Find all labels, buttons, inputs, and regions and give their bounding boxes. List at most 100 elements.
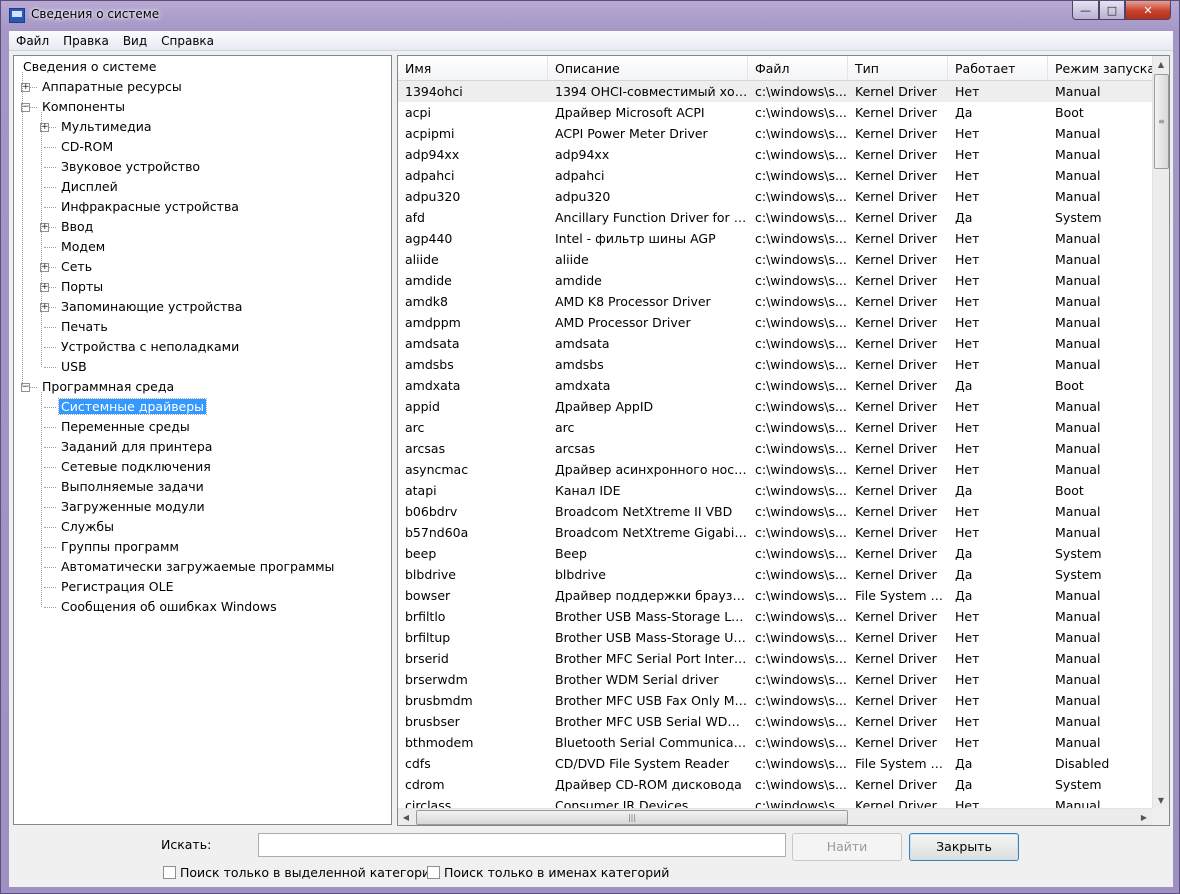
- search-category-names-option[interactable]: Поиск только в именах категорий: [427, 865, 669, 880]
- table-row[interactable]: bowser Драйвер поддержки браузера c:\windo…: [398, 585, 1153, 606]
- column-header[interactable]: Файл: [748, 56, 848, 80]
- details-list[interactable]: Имя Описание Файл Тип Работает Режим запуска …: [397, 55, 1170, 826]
- table-row[interactable]: amdk8 AMD K8 Processor Driver c:\windows\s…: [398, 291, 1153, 312]
- scroll-right-arrow-icon[interactable]: ▶: [1136, 809, 1152, 825]
- table-row[interactable]: amdppm AMD Processor Driver c:\windows\s..…: [398, 312, 1153, 333]
- tree-item[interactable]: Заданий для принтера: [59, 438, 214, 456]
- minimize-button[interactable]: —: [1072, 1, 1099, 20]
- find-button[interactable]: Найти: [792, 833, 902, 861]
- table-row[interactable]: appid Драйвер AppID c:\windows\s... Kernel …: [398, 396, 1153, 417]
- table-cell: Канал IDE: [555, 483, 621, 498]
- column-header[interactable]: Режим запуска: [1048, 56, 1153, 80]
- table-row[interactable]: amdsata amdsata c:\windows\s... Kernel Driv…: [398, 333, 1153, 354]
- tree-item[interactable]: Программная среда: [40, 378, 176, 396]
- table-row[interactable]: amdide amdide c:\windows\s... Kernel Driver…: [398, 270, 1153, 291]
- table-row[interactable]: brfiltup Brother USB Mass-Storage Upper F…: [398, 627, 1153, 648]
- tree-item[interactable]: Мультимедиа: [59, 118, 154, 136]
- table-row[interactable]: blbdrive blbdrive c:\windows\s... Kernel Dr…: [398, 564, 1153, 585]
- tree-item[interactable]: Системные драйверы: [57, 398, 208, 416]
- tree-connector: [44, 467, 56, 468]
- table-row[interactable]: brusbser Brother MFC USB Serial WDM Drive…: [398, 711, 1153, 732]
- menu-file[interactable]: Файл: [9, 34, 56, 48]
- category-tree[interactable]: Сведения о системе Аппаратные ресурсы + Ком…: [13, 55, 392, 825]
- column-header[interactable]: Работает: [948, 56, 1048, 80]
- tree-item[interactable]: Аппаратные ресурсы: [40, 78, 184, 96]
- horizontal-scrollbar[interactable]: ◀ ||| ▶: [398, 808, 1153, 825]
- tree-item[interactable]: Печать: [59, 318, 110, 336]
- table-row[interactable]: adpu320 adpu320 c:\windows\s... Kernel Driv…: [398, 186, 1153, 207]
- tree-item[interactable]: Сведения о системе: [21, 58, 159, 76]
- table-row[interactable]: acpi Драйвер Microsoft ACPI c:\windows\s..…: [398, 102, 1153, 123]
- close-button[interactable]: Закрыть: [909, 833, 1019, 861]
- table-row[interactable]: bthmodem Bluetooth Serial Communications …: [398, 732, 1153, 753]
- tree-item[interactable]: Звуковое устройство: [59, 158, 202, 176]
- table-row[interactable]: b57nd60a Broadcom NetXtreme Gigabit Ether…: [398, 522, 1153, 543]
- table-row[interactable]: 1394ohci 1394 OHCI-совместимый хост-контр…: [398, 81, 1153, 102]
- vertical-scrollbar[interactable]: ▲ ≡ ▼: [1152, 56, 1169, 809]
- table-row[interactable]: amdsbs amdsbs c:\windows\s... Kernel Driver…: [398, 354, 1153, 375]
- table-row[interactable]: b06bdrv Broadcom NetXtreme II VBD c:\windo…: [398, 501, 1153, 522]
- search-input[interactable]: [258, 833, 786, 857]
- tree-item[interactable]: Группы программ: [59, 538, 181, 556]
- table-row[interactable]: circlass Consumer IR Devices c:\windows\s.…: [398, 795, 1153, 809]
- menu-help[interactable]: Справка: [154, 34, 221, 48]
- tree-item[interactable]: Устройства с неполадками: [59, 338, 241, 356]
- tree-item[interactable]: Дисплей: [59, 178, 120, 196]
- table-row[interactable]: arcsas arcsas c:\windows\s... Kernel Driver…: [398, 438, 1153, 459]
- close-window-button[interactable]: ✕: [1125, 1, 1171, 20]
- table-row[interactable]: adpahci adpahci c:\windows\s... Kernel Driv…: [398, 165, 1153, 186]
- tree-item[interactable]: Инфракрасные устройства: [59, 198, 241, 216]
- table-row[interactable]: atapi Канал IDE c:\windows\s... Kernel Driv…: [398, 480, 1153, 501]
- table-row[interactable]: aliide aliide c:\windows\s... Kernel Driver…: [398, 249, 1153, 270]
- tree-item[interactable]: Сетевые подключения: [59, 458, 213, 476]
- checkbox-icon[interactable]: [163, 866, 176, 879]
- scroll-down-arrow-icon[interactable]: ▼: [1153, 792, 1169, 809]
- table-row[interactable]: acpipmi ACPI Power Meter Driver c:\windows…: [398, 123, 1153, 144]
- tree-item[interactable]: Сеть: [59, 258, 94, 276]
- scroll-up-arrow-icon[interactable]: ▲: [1153, 56, 1169, 73]
- scroll-left-arrow-icon[interactable]: ◀: [398, 809, 414, 825]
- table-row[interactable]: arc arc c:\windows\s... Kernel Driver Нет Man…: [398, 417, 1153, 438]
- table-row[interactable]: asyncmac Драйвер асинхронного носителя RA…: [398, 459, 1153, 480]
- menu-edit[interactable]: Правка: [56, 34, 116, 48]
- table-row[interactable]: afd Ancillary Function Driver for Winsock…: [398, 207, 1153, 228]
- table-row[interactable]: agp440 Intel - фильтр шины AGP c:\windows\…: [398, 228, 1153, 249]
- table-row[interactable]: cdrom Драйвер CD-ROM дисковода c:\windows\…: [398, 774, 1153, 795]
- tree-item[interactable]: Порты: [59, 278, 105, 296]
- maximize-button[interactable]: □: [1099, 1, 1125, 20]
- column-header[interactable]: Имя: [398, 56, 548, 80]
- table-row[interactable]: adp94xx adp94xx c:\windows\s... Kernel Driv…: [398, 144, 1153, 165]
- table-cell: Да: [955, 756, 973, 771]
- column-header[interactable]: Тип: [848, 56, 948, 80]
- tree-item[interactable]: Выполняемые задачи: [59, 478, 206, 496]
- tree-item[interactable]: Запоминающие устройства: [59, 298, 244, 316]
- table-row[interactable]: brserid Brother MFC Serial Port Interface…: [398, 648, 1153, 669]
- tree-item[interactable]: Загруженные модули: [59, 498, 207, 516]
- table-row[interactable]: brusbmdm Brother MFC USB Fax Only Modem c:…: [398, 690, 1153, 711]
- tree-item[interactable]: CD-ROM: [59, 138, 115, 156]
- tree-item[interactable]: Ввод: [59, 218, 95, 236]
- column-header[interactable]: Описание: [548, 56, 748, 80]
- tree-item[interactable]: Модем: [59, 238, 107, 256]
- table-cell: System: [1055, 546, 1102, 561]
- tree-item[interactable]: Регистрация OLE: [59, 578, 176, 596]
- tree-item[interactable]: USB: [59, 358, 89, 376]
- table-row[interactable]: beep Beep c:\windows\s... Kernel Driver Да Sy…: [398, 543, 1153, 564]
- table-cell: Beep: [555, 546, 587, 561]
- tree-item[interactable]: Сообщения об ошибках Windows: [59, 598, 279, 616]
- table-row[interactable]: cdfs CD/DVD File System Reader c:\windows\…: [398, 753, 1153, 774]
- table-cell: c:\windows\s...: [755, 315, 847, 330]
- table-row[interactable]: brfiltlo Brother USB Mass-Storage Lower F…: [398, 606, 1153, 627]
- search-selected-category-option[interactable]: Поиск только в выделенной категории: [163, 865, 438, 880]
- horizontal-scroll-thumb[interactable]: |||: [416, 810, 848, 825]
- tree-item[interactable]: Службы: [59, 518, 116, 536]
- tree-item[interactable]: Компоненты: [40, 98, 127, 116]
- tree-item[interactable]: Автоматически загружаемые программы: [59, 558, 336, 576]
- table-row[interactable]: amdxata amdxata c:\windows\s... Kernel Driv…: [398, 375, 1153, 396]
- table-row[interactable]: brserwdm Brother WDM Serial driver c:\wind…: [398, 669, 1153, 690]
- tree-item[interactable]: Переменные среды: [59, 418, 192, 436]
- vertical-scroll-thumb[interactable]: ≡: [1154, 74, 1169, 169]
- checkbox-icon[interactable]: [427, 866, 440, 879]
- title-bar[interactable]: Сведения о системе — □ ✕: [1, 1, 1179, 31]
- menu-view[interactable]: Вид: [116, 34, 154, 48]
